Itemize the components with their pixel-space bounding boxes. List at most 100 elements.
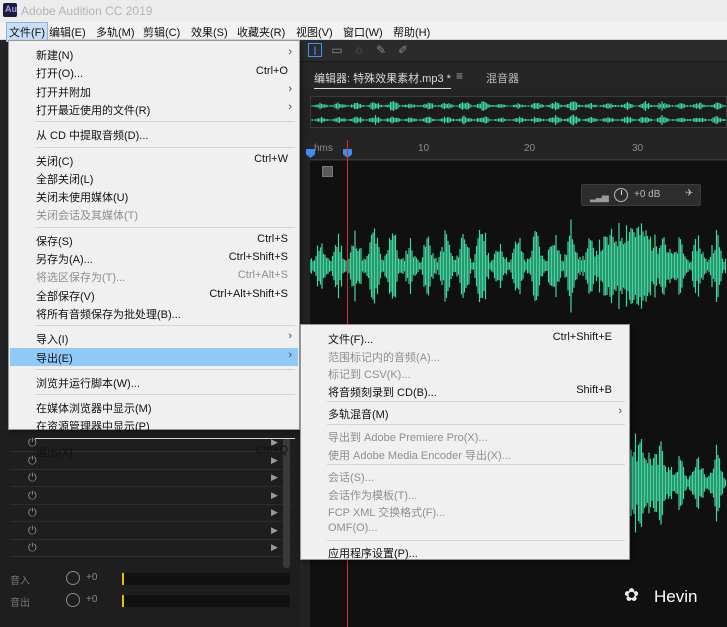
menu-item-label: 文件(F)... <box>328 334 374 346</box>
spot-healing-tool-icon[interactable]: ✐ <box>396 43 410 57</box>
submenu-arrow-icon: › <box>288 46 292 58</box>
menu-5[interactable]: 收藏夹(R) <box>237 24 285 40</box>
tab-mixer[interactable]: 混音器 <box>486 70 519 86</box>
menu-item[interactable]: 关闭(C) Ctrl+W <box>10 151 298 169</box>
menu-separator <box>327 464 625 466</box>
skip-selection-icon[interactable] <box>322 166 333 177</box>
menu-item[interactable]: 打开并附加 › <box>10 82 298 100</box>
power-icon[interactable]: ⏻ <box>28 525 37 538</box>
menu-item-label: 会话作为模板(T)... <box>328 489 418 502</box>
menu-item-label: 导出(E) <box>36 352 73 365</box>
power-icon[interactable]: ⏻ <box>28 507 37 520</box>
menu-item[interactable]: 打开最近使用的文件(R) › <box>10 100 298 118</box>
menu-8[interactable]: 帮助(H) <box>393 24 430 40</box>
menu-item[interactable]: 打开(O)... Ctrl+O <box>10 63 298 81</box>
time-selection-tool-icon[interactable]: I <box>308 43 322 58</box>
marquee-tool-icon[interactable]: ▭ <box>330 43 344 57</box>
track-row[interactable]: ⏻ ▶ <box>10 471 292 487</box>
menu-item-label: 打开(O)... <box>36 68 84 81</box>
menu-0[interactable]: 文件(F) <box>6 22 49 42</box>
brush-tool-icon[interactable]: ✎ <box>374 43 388 57</box>
expand-arrow-icon[interactable]: ▶ <box>271 525 278 536</box>
mixer-knob[interactable] <box>66 571 80 585</box>
menu-3[interactable]: 剪辑(C) <box>143 24 180 40</box>
menu-separator <box>35 368 295 370</box>
menu-item[interactable]: 另存为(A)... Ctrl+Shift+S <box>10 249 298 267</box>
menu-item-label: 关闭(C) <box>36 155 74 168</box>
menu-2[interactable]: 多轨(M) <box>96 24 135 40</box>
menu-separator <box>327 539 625 541</box>
menu-item[interactable]: 浏览并运行脚本(W)... <box>10 373 298 391</box>
pin-icon[interactable]: ✈ <box>685 188 693 199</box>
volume-control: ▂▃▅ +0 dB ✈ <box>581 184 701 206</box>
menu-item: 导出到 Adobe Premiere Pro(X)... <box>302 427 628 445</box>
menu-item-label: 从 CD 中提取音频(D)... <box>36 130 149 143</box>
menu-item[interactable]: 全部关闭(L) <box>10 169 298 187</box>
ruler-tick: 30 <box>632 143 644 154</box>
menu-item[interactable]: 新建(N) › <box>10 45 298 63</box>
menu-item[interactable]: 文件(F)... Ctrl+Shift+E <box>302 329 628 347</box>
mixer-value: +0 <box>86 572 98 583</box>
expand-arrow-icon[interactable]: ▶ <box>271 472 278 483</box>
menu-item[interactable]: 导出(E) › <box>10 347 298 366</box>
menu-item-label: 将所有音频保存为批处理(B)... <box>36 308 181 321</box>
power-icon[interactable]: ⏻ <box>28 542 37 555</box>
menu-item[interactable]: 在资源管理器中显示(P) <box>10 416 298 434</box>
track-row[interactable]: ⏻ ▶ <box>10 489 292 505</box>
lasso-tool-icon[interactable]: ◌ <box>352 43 366 57</box>
mixer-label: 音入 <box>10 576 30 587</box>
menu-item-shortcut: Ctrl+W <box>254 152 288 165</box>
menu-bar: 文件(F) 编辑(E) 多轨(M) 剪辑(C) 效果(S) 收藏夹(R) 视图(V) 窗口(W… <box>0 22 727 42</box>
menu-4[interactable]: 效果(S) <box>191 24 228 40</box>
power-icon[interactable]: ⏻ <box>28 490 37 503</box>
volume-value: +0 dB <box>634 189 661 200</box>
menu-item-shortcut: Ctrl+Alt+Shift+S <box>209 287 288 300</box>
track-row[interactable]: ⏻ ▶ <box>10 541 292 557</box>
window-title: Adobe Audition CC 2019 <box>21 4 153 18</box>
menu-item[interactable]: 退出(X) Ctrl+Q <box>10 442 298 460</box>
expand-arrow-icon[interactable]: ▶ <box>271 507 278 518</box>
power-icon[interactable]: ⏻ <box>28 472 37 485</box>
menu-item-label: OMF(O)... <box>328 522 378 534</box>
menu-item-label: 会话(S)... <box>328 472 374 485</box>
menu-item[interactable]: 关闭未使用媒体(U) <box>10 187 298 205</box>
menu-item-shortcut: Ctrl+Shift+S <box>228 251 288 263</box>
menu-item[interactable]: 导入(I) › <box>10 329 298 347</box>
menu-item-label: 在媒体浏览器中显示(M) <box>36 403 152 416</box>
menu-item-label: 标记到 CSV(K)... <box>328 369 411 382</box>
menu-item-shortcut: Shift+B <box>576 383 612 396</box>
menu-item[interactable]: 将音频刻录到 CD(B)... Shift+B <box>302 382 628 400</box>
menu-item-shortcut: Ctrl+Shift+E <box>552 331 612 343</box>
mixer-row: 音入 +0 <box>10 570 292 588</box>
submenu-arrow-icon: › <box>618 405 622 418</box>
menu-1[interactable]: 编辑(E) <box>49 24 86 40</box>
tab-editor[interactable]: 编辑器: 特殊效果素材.mp3 * <box>314 70 451 89</box>
menu-6[interactable]: 视图(V) <box>296 24 333 40</box>
menu-item[interactable]: 全部保存(V) Ctrl+Alt+Shift+S <box>10 286 298 304</box>
expand-arrow-icon[interactable]: ▶ <box>271 490 278 501</box>
menu-item[interactable]: 将所有音频保存为批处理(B)... <box>10 304 298 322</box>
menu-item: 关闭会话及其媒体(T) <box>10 205 298 223</box>
submenu-arrow-icon: › <box>288 348 292 361</box>
track-row[interactable]: ⏻ ▶ <box>10 506 292 522</box>
expand-arrow-icon[interactable]: ▶ <box>271 542 278 553</box>
hamburger-icon[interactable]: ≡ <box>456 69 463 83</box>
menu-item-label: 全部关闭(L) <box>36 173 94 186</box>
editor-tabs: 编辑器: 特殊效果素材.mp3 * ≡ 混音器 <box>300 63 727 89</box>
volume-knob[interactable] <box>614 188 628 202</box>
mixer-knob[interactable] <box>66 593 80 607</box>
menu-item[interactable]: 从 CD 中提取音频(D)... <box>10 125 298 143</box>
app-window: Au Adobe Audition CC 2019 文件(F) 编辑(E) 多轨(M… <box>0 0 727 627</box>
menu-item-label: 新建(N) <box>36 50 74 62</box>
menu-7[interactable]: 窗口(W) <box>343 24 383 40</box>
waveform-overview[interactable] <box>310 96 727 128</box>
menu-separator <box>35 325 295 327</box>
track-row[interactable]: ⏻ ▶ <box>10 524 292 540</box>
submenu-arrow-icon: › <box>288 100 292 113</box>
menu-item[interactable]: 应用程序设置(P)... <box>302 543 628 561</box>
mixer-label: 音出 <box>10 598 30 609</box>
menu-item[interactable]: 多轨混音(M) › <box>302 404 628 422</box>
menu-item[interactable]: 在媒体浏览器中显示(M) <box>10 398 298 416</box>
menu-item[interactable]: 保存(S) Ctrl+S <box>10 231 298 249</box>
time-ruler[interactable]: hms 10 20 30 <box>310 140 727 160</box>
